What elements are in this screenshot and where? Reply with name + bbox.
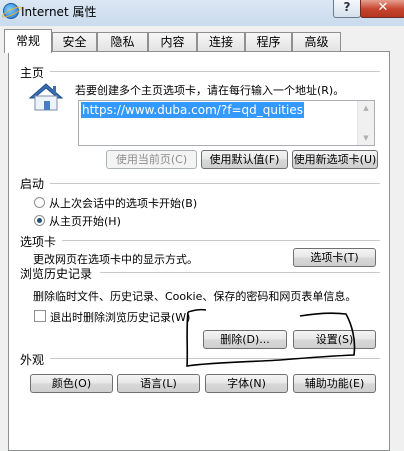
hand-drawn-annotation-icon xyxy=(186,308,356,367)
tab-general[interactable]: 常规 xyxy=(4,29,52,53)
